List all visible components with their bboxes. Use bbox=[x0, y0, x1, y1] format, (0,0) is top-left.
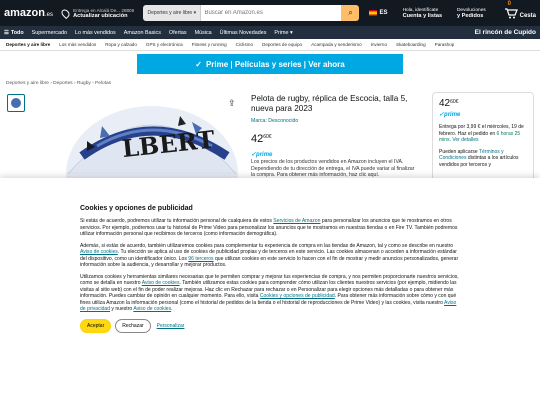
cookie-buttons: Aceptar Rechazar Personalizar bbox=[80, 318, 460, 333]
nav-item-mas-vendidos[interactable]: Lo más vendidos bbox=[75, 30, 116, 36]
nav-item-supermercado[interactable]: Supermercado bbox=[32, 30, 67, 36]
subnav-item-gps[interactable]: GPS y electrónica bbox=[146, 42, 183, 47]
cookie-consent-panel: Cookies y opciones de publicidad Si está… bbox=[0, 178, 540, 405]
product-thumbnail[interactable] bbox=[7, 94, 25, 112]
subnav-item-mas-vendidos[interactable]: Los más vendidos bbox=[59, 42, 96, 47]
search-category-select[interactable]: Deportes y aire libre ▾ bbox=[143, 5, 202, 21]
subnav-item-invierno[interactable]: Invierno bbox=[371, 42, 387, 47]
product-price: 42 60€ bbox=[251, 133, 272, 145]
search-bar: Deportes y aire libre ▾ ⌕ bbox=[143, 5, 360, 21]
subnav-item-skate[interactable]: Skateboarding bbox=[396, 42, 426, 47]
subnav-item-equipo[interactable]: Deportes de equipo bbox=[262, 42, 302, 47]
terms-prefix: Pueden aplicarse bbox=[439, 148, 478, 155]
all-menu-button[interactable]: ☰ Todo bbox=[4, 30, 24, 36]
product-main-image[interactable]: LBERT bbox=[62, 96, 242, 188]
logo-suffix: .es bbox=[44, 12, 53, 18]
product-tax-note: Los precios de los productos vendidos en… bbox=[251, 159, 415, 179]
search-category-label: Deportes y aire libre bbox=[147, 10, 193, 16]
hamburger-icon: ☰ bbox=[4, 29, 9, 36]
cart-count: 0 bbox=[507, 1, 511, 7]
buybox-price-fraction: 60€ bbox=[450, 99, 459, 105]
cart-label: Cesta bbox=[519, 13, 536, 19]
main-nav: ☰ Todo Supermercado Lo más vendidos Amazo… bbox=[0, 26, 540, 39]
rugby-ball-image: LBERT bbox=[66, 106, 238, 188]
price-fraction: 60€ bbox=[263, 134, 272, 140]
subnav-item-ropa[interactable]: Ropa y calzado bbox=[105, 42, 137, 47]
cookie-p3-text-e: . bbox=[171, 306, 173, 312]
delivery-location[interactable]: Entrega en Alcalá De... 28806 Actualizar… bbox=[59, 7, 139, 19]
returns-line2: y Pedidos bbox=[456, 12, 484, 19]
subnav-item-acampada[interactable]: Acampada y senderismo bbox=[311, 42, 362, 47]
nav-item-amazon-basics[interactable]: Amazon Basics bbox=[124, 30, 161, 36]
cookie-title: Cookies y opciones de publicidad bbox=[80, 205, 193, 212]
buybox-prime-badge: ✓prime bbox=[439, 112, 461, 118]
cart-button[interactable]: 0 Cesta bbox=[504, 1, 536, 19]
prime-banner-text: Prime | Películas y series | Ver ahora bbox=[205, 59, 345, 69]
language-label: ES bbox=[379, 10, 388, 16]
location-line1: Entrega en Alcalá De... 28806 bbox=[73, 7, 135, 13]
rugby-ball-thumb-icon bbox=[10, 97, 22, 109]
buybox-price: 42 60€ bbox=[439, 98, 527, 109]
product-title: Pelota de rugby, réplica de Escocia, tal… bbox=[251, 94, 408, 113]
all-menu-label: Todo bbox=[10, 29, 24, 36]
search-icon: ⌕ bbox=[348, 8, 353, 17]
nav-item-novedades[interactable]: Últimas Novedades bbox=[220, 30, 267, 36]
delivery-info: Entrega por 3,99 € el miércoles, 19 de f… bbox=[439, 124, 527, 144]
breadcrumb[interactable]: Deportes y aire libre › Deportes › Rugby… bbox=[0, 75, 540, 86]
nav-item-ofertas[interactable]: Ofertas bbox=[169, 30, 187, 36]
cookie-paragraph-2: Además, si estás de acuerdo, también uti… bbox=[80, 243, 460, 269]
amazon-services-link[interactable]: Servicios de Amazon bbox=[273, 218, 320, 224]
customize-cookies-link[interactable]: Personalizar bbox=[157, 323, 185, 329]
location-pin-icon bbox=[59, 7, 72, 19]
nav-item-prime[interactable]: Prime ▾ bbox=[274, 30, 292, 36]
amazon-logo[interactable]: amazon .es bbox=[4, 7, 58, 19]
cookie-p3-text-d: y nuestro bbox=[110, 306, 134, 312]
prime-video-ad[interactable]: ✓ Prime | Películas y series | Ver ahora bbox=[137, 54, 403, 74]
prime-banner: ✓ Prime | Películas y series | Ver ahora bbox=[0, 53, 540, 75]
cookie-paragraph-1: Si estás de acuerdo, podremos utilizar t… bbox=[80, 218, 460, 238]
spain-flag-icon bbox=[369, 10, 378, 16]
nav-promo-cupido[interactable]: El rincón de Cupido bbox=[475, 29, 536, 36]
language-selector[interactable]: ES bbox=[369, 10, 394, 16]
top-bar: amazon .es Entrega en Alcalá De... 28806 … bbox=[0, 0, 540, 26]
nav-item-prime-label: Prime bbox=[274, 29, 289, 36]
cookie-p2-text-a: Además, si estás de acuerdo, también uti… bbox=[80, 242, 454, 249]
price-whole: 42 bbox=[251, 133, 264, 145]
cookie-notice-link-2[interactable]: Aviso de cookies bbox=[142, 280, 180, 286]
product-brand-link[interactable]: Marca: Desconocido bbox=[251, 118, 298, 124]
prime-badge: ✓prime bbox=[251, 152, 273, 158]
nav-item-musica[interactable]: Música bbox=[195, 30, 212, 36]
subnav-item-parashop[interactable]: Parashop bbox=[435, 42, 455, 47]
buybox-price-whole: 42 bbox=[439, 98, 451, 109]
location-line2: Actualizar ubicación bbox=[73, 12, 128, 19]
third-parties-link[interactable]: 96 terceros bbox=[188, 256, 213, 262]
accept-cookies-button[interactable]: Aceptar bbox=[80, 318, 112, 333]
prime-check-icon: ✓ bbox=[195, 59, 202, 69]
cart-icon bbox=[504, 8, 518, 19]
cookie-notice-link-3[interactable]: Aviso de cookies bbox=[133, 306, 171, 312]
subnav-item-fitness[interactable]: Fitness y running bbox=[192, 42, 227, 47]
subnav-item-deportes[interactable]: Deportes y aire libre bbox=[6, 42, 50, 47]
buy-box: 42 60€ ✓prime Entrega por 3,99 € el miérc… bbox=[432, 92, 534, 188]
account-line2: Cuenta y listas bbox=[402, 12, 443, 19]
logo-text: amazon bbox=[4, 7, 45, 19]
cookie-ad-options-link[interactable]: Cookies y opciones de publicidad bbox=[260, 293, 335, 299]
cookie-notice-link[interactable]: Aviso de cookies bbox=[80, 249, 118, 255]
search-button[interactable]: ⌕ bbox=[341, 5, 360, 21]
delivery-details-link[interactable]: . Ver detalles bbox=[450, 137, 479, 143]
category-subnav: Deportes y aire libre Los más vendidos R… bbox=[0, 39, 540, 51]
reject-cookies-button[interactable]: Rechazar bbox=[115, 318, 151, 333]
cookie-paragraph-3: Utilizamos cookies y herramientas simila… bbox=[80, 274, 460, 313]
search-input[interactable] bbox=[201, 5, 342, 21]
returns-orders[interactable]: Devoluciones y Pedidos bbox=[457, 8, 496, 19]
cookie-p1-text-a: Si estás de acuerdo, podremos utilizar t… bbox=[80, 218, 274, 224]
subnav-item-ciclismo[interactable]: Ciclismo bbox=[236, 42, 253, 47]
terms-info: Pueden aplicarse Términos y Condiciones … bbox=[439, 149, 527, 169]
share-icon[interactable]: ⇪ bbox=[228, 98, 236, 109]
account-menu[interactable]: Hola, identifícate Cuenta y listas bbox=[403, 8, 449, 19]
